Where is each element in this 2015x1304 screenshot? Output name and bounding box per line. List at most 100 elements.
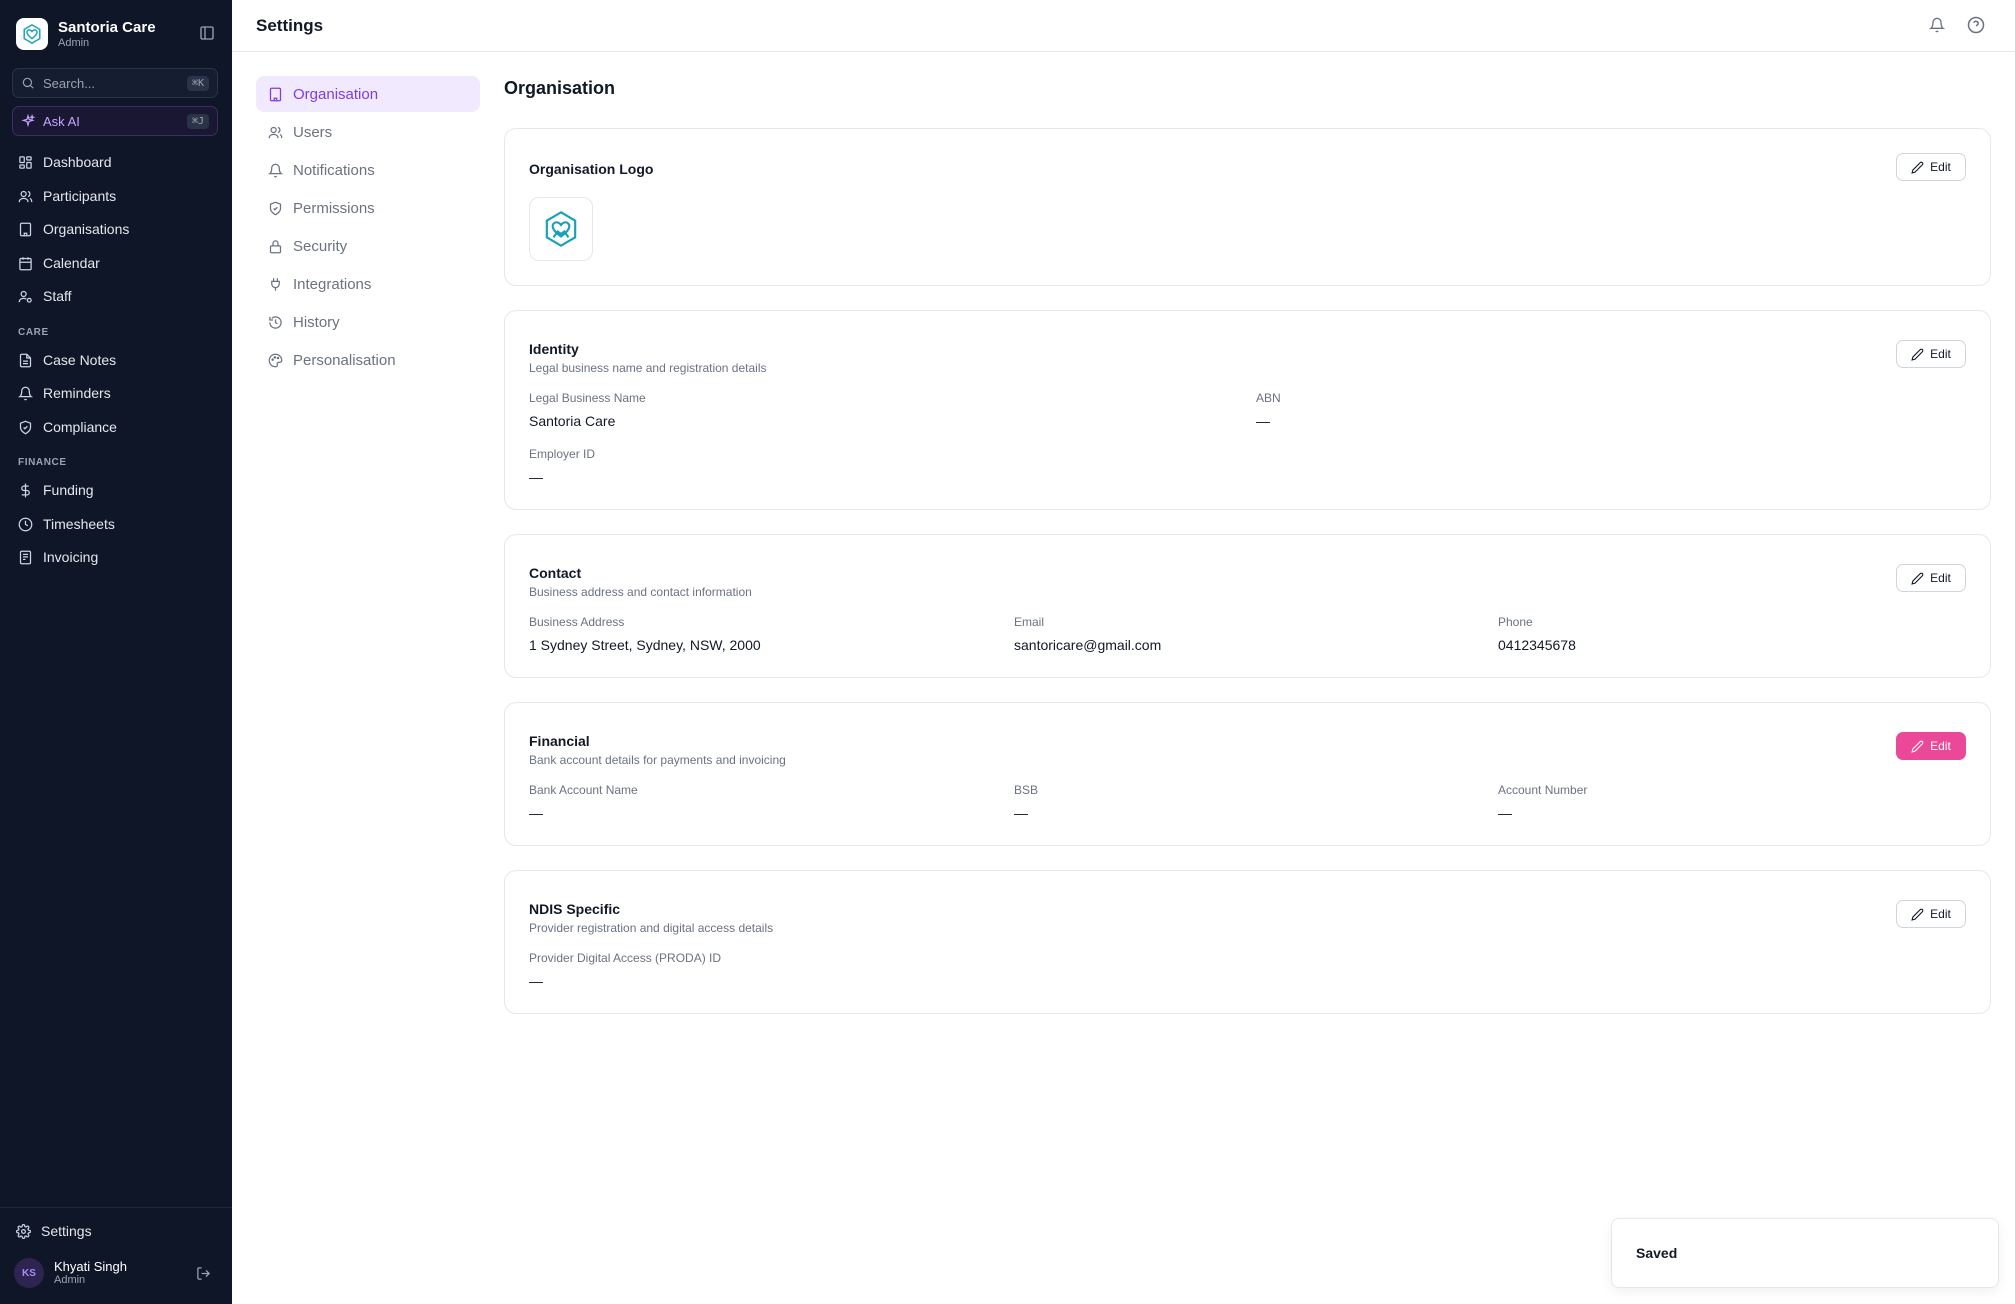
field-value: santoricare@gmail.com [1014,637,1162,653]
edit-label: Edit [1930,160,1951,174]
ask-ai-button[interactable]: Ask AI ⌘J [12,106,218,136]
sidebar-divider [0,1207,232,1208]
clock-icon [18,517,33,531]
edit-identity-button[interactable]: Edit [1896,340,1966,368]
edit-label: Edit [1930,739,1951,753]
sidebar-item-label: Timesheets [43,516,115,532]
sidebar-item-dashboard[interactable]: Dashboard [18,150,112,174]
edit-ndis-button[interactable]: Edit [1896,900,1966,928]
sidebar-item-reminders[interactable]: Reminders [18,381,111,405]
settings-nav-organisation[interactable]: Organisation [256,76,480,112]
ask-ai-label: Ask AI [43,113,80,129]
brand-role: Admin [58,36,90,49]
shield-icon [19,420,32,434]
sidebar-item-organisations[interactable]: Organisations [18,217,129,241]
calendar-icon [19,256,32,270]
sidebar-item-staff[interactable]: Staff [18,284,72,308]
edit-label: Edit [1930,571,1951,585]
organisation-logo-image [529,197,593,261]
users-icon [268,126,283,138]
brand-name: Santoria Care [58,18,156,36]
card-subtitle: Bank account details for payments and in… [529,753,786,767]
card-title: Identity [529,341,579,357]
field-bank-account-name: Bank Account Name — [529,783,638,821]
settings-nav-personalisation[interactable]: Personalisation [256,342,480,378]
logout-icon[interactable] [196,1266,211,1286]
sidebar-item-label: Participants [43,188,117,204]
palette-icon [268,353,283,367]
sidebar-item-compliance[interactable]: Compliance [18,415,117,439]
field-value: 0412345678 [1498,637,1576,653]
edit-logo-button[interactable]: Edit [1896,153,1966,181]
sidebar-item-funding[interactable]: Funding [18,478,94,502]
field-email: Email santoricare@gmail.com [1014,615,1161,653]
help-icon[interactable] [1967,16,1985,39]
settings-nav-label: Notifications [293,161,375,179]
dollar-icon [21,483,30,497]
field-value: — [529,973,543,989]
sidebar-item-label: Compliance [43,419,117,435]
sidebar-search[interactable]: Search... ⌘K [12,68,218,98]
sidebar-item-label: Invoicing [43,549,99,565]
settings-nav-users[interactable]: Users [256,114,480,150]
organisation-logo-card: Organisation Logo Edit [504,128,1991,286]
settings-nav-security[interactable]: Security [256,228,480,264]
card-subtitle: Provider registration and digital access… [529,921,774,935]
receipt-icon [19,550,32,564]
field-abn: ABN — [1256,391,1281,429]
settings-nav-history[interactable]: History [256,304,480,340]
user-profile[interactable]: KS Khyati Singh Admin [14,1258,127,1288]
pencil-icon [1911,908,1924,921]
edit-financial-button[interactable]: Edit [1896,732,1966,760]
section-label-care: CARE [18,327,49,338]
field-label: Email [1014,615,1045,629]
notifications-bell-icon[interactable] [1928,16,1946,39]
avatar: KS [14,1258,44,1288]
field-label: ABN [1256,391,1281,405]
sidebar-item-timesheets[interactable]: Timesheets [18,512,115,536]
field-bsb: BSB — [1014,783,1038,821]
sidebar-item-label: Staff [43,288,72,304]
field-label: Phone [1498,615,1533,629]
sidebar-item-label: Funding [43,482,94,498]
field-value: Santoria Care [529,413,616,429]
settings-nav-label: Security [293,237,348,255]
edit-label: Edit [1930,907,1951,921]
sidebar-collapse-icon[interactable] [199,25,215,41]
sidebar-item-participants[interactable]: Participants [18,184,116,208]
sidebar-item-label: Settings [41,1223,92,1239]
field-employer-id: Employer ID — [529,447,595,485]
sidebar-item-calendar[interactable]: Calendar [18,251,100,275]
settings-nav: Organisation Users Notifications Permiss… [256,76,480,380]
field-label: Legal Business Name [529,391,646,405]
sidebar-item-label: Dashboard [43,154,112,170]
grid-icon [19,155,32,169]
settings-nav-label: Integrations [293,275,372,293]
edit-label: Edit [1930,347,1951,361]
settings-nav-notifications[interactable]: Notifications [256,152,480,188]
file-icon [19,353,32,367]
settings-nav-integrations[interactable]: Integrations [256,266,480,302]
sidebar-item-settings[interactable]: Settings [16,1219,92,1243]
building-icon [19,222,32,236]
financial-card: Financial Bank account details for payme… [504,702,1991,846]
section-title: Organisation [504,78,616,98]
edit-contact-button[interactable]: Edit [1896,564,1966,592]
search-shortcut: ⌘K [186,75,209,91]
field-label: Account Number [1498,783,1588,797]
field-value: — [1014,805,1028,821]
sidebar-item-invoicing[interactable]: Invoicing [18,545,98,569]
field-proda-id: Provider Digital Access (PRODA) ID — [529,951,721,989]
user-name: Khyati Singh [54,1259,127,1274]
card-title: NDIS Specific [529,901,621,917]
plug-icon [271,277,280,291]
sidebar-item-case-notes[interactable]: Case Notes [18,348,116,372]
settings-nav-label: Organisation [293,85,379,103]
history-icon [269,315,282,329]
sidebar-item-label: Organisations [43,221,130,237]
settings-nav-permissions[interactable]: Permissions [256,190,480,226]
organisation-settings: Organisation Organisation Logo Edit Iden… [504,78,1991,1014]
settings-nav-label: Permissions [293,199,375,217]
brand[interactable]: Santoria Care Admin [16,18,156,50]
gear-icon [16,1223,31,1239]
